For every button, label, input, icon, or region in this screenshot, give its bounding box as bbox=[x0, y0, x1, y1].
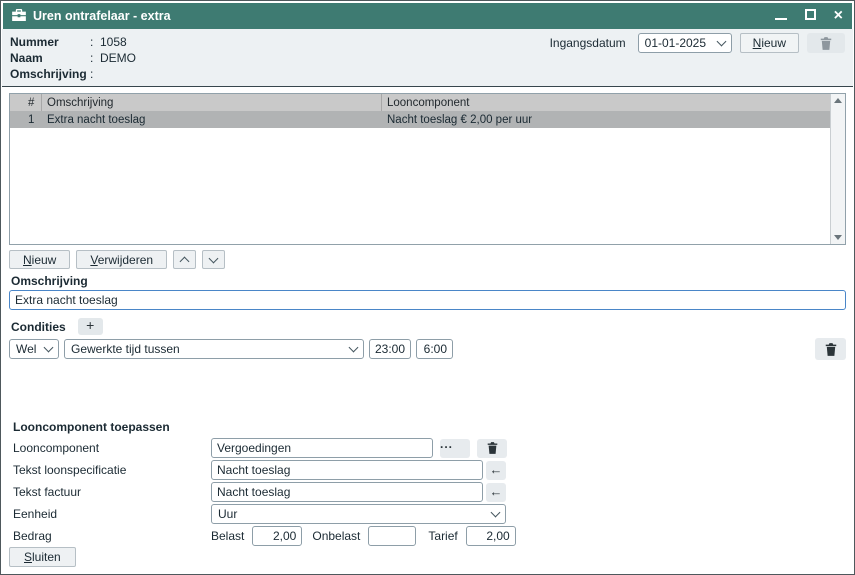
looncomponent-label: Looncomponent bbox=[13, 441, 211, 455]
delete-condition-button[interactable] bbox=[815, 338, 846, 360]
rules-table: # Omschrijving Looncomponent 1 Extra nac… bbox=[9, 93, 846, 245]
list-actions: Nieuw Verwijderen bbox=[9, 250, 225, 269]
condition-mode-select[interactable]: Wel bbox=[9, 339, 59, 359]
looncomponent-section-heading: Looncomponent toepassen bbox=[13, 420, 170, 434]
belast-label: Belast bbox=[211, 529, 244, 543]
scroll-down-icon[interactable] bbox=[834, 235, 842, 240]
trash-icon bbox=[825, 343, 837, 356]
bedrag-row: Bedrag Belast Onbelast Tarief bbox=[13, 526, 846, 546]
vertical-scrollbar[interactable] bbox=[830, 94, 845, 244]
field-omschrijving: Omschrijving : bbox=[10, 66, 845, 82]
app-window: Uren ontrafelaar - extra × Nummer : 1058… bbox=[0, 0, 855, 575]
briefcase-icon bbox=[12, 9, 26, 24]
trash-icon bbox=[487, 442, 498, 454]
copy-left-icon[interactable]: ← bbox=[486, 483, 506, 502]
bedrag-label: Bedrag bbox=[13, 529, 211, 543]
eenheid-label: Eenheid bbox=[13, 507, 211, 521]
tekst-factuur-label: Tekst factuur bbox=[13, 485, 211, 499]
naam-label: Naam bbox=[10, 51, 90, 65]
onbelast-label: Onbelast bbox=[312, 529, 360, 543]
window-title: Uren ontrafelaar - extra bbox=[33, 9, 171, 23]
omschrijving-input[interactable] bbox=[9, 290, 846, 310]
eenheid-row: Eenheid Uur bbox=[13, 504, 846, 524]
condition-type-select[interactable]: Gewerkte tijd tussen bbox=[64, 339, 364, 359]
chevron-down-icon bbox=[716, 37, 726, 47]
naam-value: DEMO bbox=[100, 51, 136, 65]
delete-version-button[interactable] bbox=[807, 33, 845, 53]
ingangsdatum-label: Ingangsdatum bbox=[550, 36, 626, 50]
omschrijving-label: Omschrijving bbox=[10, 67, 90, 81]
chevron-down-icon bbox=[349, 343, 359, 353]
tarief-label: Tarief bbox=[428, 529, 457, 543]
trash-icon bbox=[820, 37, 832, 50]
record-header: Nummer : 1058 Naam : DEMO Omschrijving :… bbox=[2, 29, 853, 87]
titlebar: Uren ontrafelaar - extra × bbox=[3, 3, 852, 29]
time-from-input[interactable] bbox=[369, 339, 411, 359]
add-row-button[interactable]: Nieuw bbox=[9, 250, 70, 269]
looncomponent-input[interactable] bbox=[211, 438, 433, 458]
table-row[interactable]: 1 Extra nacht toeslag Nacht toeslag € 2,… bbox=[10, 111, 830, 128]
col-num[interactable]: # bbox=[10, 94, 42, 111]
add-condition-button[interactable]: + bbox=[78, 318, 103, 335]
move-up-button[interactable] bbox=[173, 250, 196, 269]
tekst-loonspecificatie-input[interactable] bbox=[211, 460, 483, 480]
move-down-button[interactable] bbox=[202, 250, 225, 269]
copy-left-icon[interactable]: ← bbox=[486, 461, 506, 480]
condition-row: Wel Gewerkte tijd tussen bbox=[9, 338, 846, 360]
eenheid-select[interactable]: Uur bbox=[211, 504, 506, 524]
minimize-button[interactable] bbox=[775, 9, 787, 23]
chevron-down-icon bbox=[491, 508, 501, 518]
col-omschrijving[interactable]: Omschrijving bbox=[42, 94, 382, 111]
chevron-up-icon bbox=[180, 256, 190, 266]
tekst-loonspecificatie-label: Tekst loonspecificatie bbox=[13, 463, 211, 477]
omschrijving-edit-label: Omschrijving bbox=[11, 274, 88, 288]
new-version-button[interactable]: Nieuw bbox=[740, 33, 799, 53]
nummer-value: 1058 bbox=[100, 35, 127, 49]
maximize-button[interactable] bbox=[805, 9, 816, 23]
table-header-row: # Omschrijving Looncomponent bbox=[10, 94, 830, 111]
condities-label: Condities bbox=[11, 320, 66, 334]
clear-looncomponent-button[interactable] bbox=[477, 439, 507, 458]
close-window-button[interactable]: Sluiten bbox=[9, 547, 76, 567]
ingangsdatum-select[interactable]: 01-01-2025 bbox=[638, 33, 732, 53]
time-to-input[interactable] bbox=[416, 339, 453, 359]
chevron-down-icon bbox=[44, 343, 54, 353]
chevron-down-icon bbox=[209, 253, 219, 263]
scroll-up-icon[interactable] bbox=[834, 98, 842, 103]
looncomponent-row: Looncomponent ... bbox=[13, 438, 846, 458]
tekst-factuur-input[interactable] bbox=[211, 482, 483, 502]
onbelast-input[interactable] bbox=[368, 526, 416, 546]
nummer-label: Nummer bbox=[10, 35, 90, 49]
delete-row-button[interactable]: Verwijderen bbox=[76, 250, 167, 269]
tarief-input[interactable] bbox=[466, 526, 516, 546]
tekst-loonspecificatie-row: Tekst loonspecificatie ← bbox=[13, 460, 846, 480]
tekst-factuur-row: Tekst factuur ← bbox=[13, 482, 846, 502]
col-looncomponent[interactable]: Looncomponent bbox=[382, 94, 830, 111]
close-icon[interactable]: × bbox=[834, 10, 843, 22]
belast-input[interactable] bbox=[252, 526, 302, 546]
browse-looncomponent-button[interactable]: ... bbox=[440, 439, 470, 458]
